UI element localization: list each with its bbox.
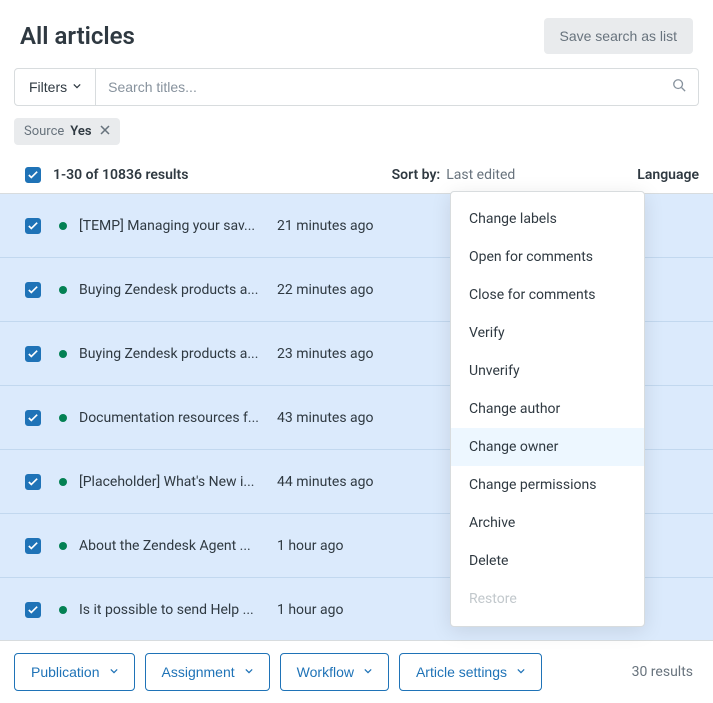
sort-control[interactable]: Sort by: Last edited [392,167,516,183]
last-edited-time: 21 minutes ago [277,218,374,234]
status-dot-icon [59,606,67,614]
status-dot-icon [59,542,67,550]
row-checkbox[interactable] [25,538,41,554]
menu-item-change-owner[interactable]: Change owner [451,428,644,466]
menu-item-delete[interactable]: Delete [451,542,644,580]
save-search-button[interactable]: Save search as list [544,18,694,54]
filters-label: Filters [29,79,67,95]
publication-button[interactable]: Publication [14,653,135,691]
bulk-action-bar: Publication Assignment Workflow Article … [0,640,713,703]
chevron-down-icon [364,667,372,678]
article-title[interactable]: Buying Zendesk products a... [79,346,265,362]
row-checkbox[interactable] [25,410,41,426]
article-title[interactable]: [Placeholder] What's New i... [79,474,265,490]
menu-item-restore: Restore [451,580,644,618]
menu-item-unverify[interactable]: Unverify [451,352,644,390]
menu-item-change-author[interactable]: Change author [451,390,644,428]
article-title[interactable]: [TEMP] Managing your sav... [79,218,265,234]
workflow-button[interactable]: Workflow [280,653,389,691]
chevron-down-icon [245,667,253,678]
filters-button[interactable]: Filters [14,68,96,106]
page-title: All articles [20,22,135,50]
publication-label: Publication [31,664,100,680]
search-input[interactable] [108,69,672,105]
article-settings-menu: Change labelsOpen for commentsClose for … [450,191,645,627]
last-edited-time: 44 minutes ago [277,474,374,490]
menu-item-open-for-comments[interactable]: Open for comments [451,238,644,276]
menu-item-verify[interactable]: Verify [451,314,644,352]
status-dot-icon [59,286,67,294]
status-dot-icon [59,350,67,358]
close-icon[interactable] [98,124,110,139]
menu-item-archive[interactable]: Archive [451,504,644,542]
article-title[interactable]: About the Zendesk Agent ... [79,538,265,554]
workflow-label: Workflow [297,664,354,680]
chevron-down-icon [110,667,118,678]
row-checkbox[interactable] [25,346,41,362]
row-checkbox[interactable] [25,602,41,618]
row-checkbox[interactable] [25,474,41,490]
chip-value: Yes [70,124,91,139]
row-checkbox[interactable] [25,282,41,298]
select-all-checkbox[interactable] [25,167,41,183]
article-settings-label: Article settings [416,664,507,680]
status-dot-icon [59,478,67,486]
menu-item-change-labels[interactable]: Change labels [451,200,644,238]
selection-count: 30 results [632,664,699,680]
sort-label: Sort by: [392,167,441,183]
status-dot-icon [59,222,67,230]
article-title[interactable]: Buying Zendesk products a... [79,282,265,298]
sort-value: Last edited [446,167,515,183]
article-title[interactable]: Documentation resources f... [79,410,265,426]
status-dot-icon [59,414,67,422]
assignment-button[interactable]: Assignment [145,653,270,691]
article-title[interactable]: Is it possible to send Help ... [79,602,265,618]
last-edited-time: 1 hour ago [277,602,343,618]
last-edited-time: 43 minutes ago [277,410,374,426]
results-count: 1-30 of 10836 results [53,167,188,183]
search-icon[interactable] [672,78,686,96]
last-edited-time: 1 hour ago [277,538,343,554]
chevron-down-icon [73,82,81,93]
article-settings-button[interactable]: Article settings [399,653,542,691]
filter-chip-source[interactable]: Source Yes [14,118,120,145]
last-edited-time: 22 minutes ago [277,282,374,298]
menu-item-change-permissions[interactable]: Change permissions [451,466,644,504]
search-wrap [96,68,699,106]
assignment-label: Assignment [162,664,235,680]
chevron-down-icon [517,667,525,678]
row-checkbox[interactable] [25,218,41,234]
menu-item-close-for-comments[interactable]: Close for comments [451,276,644,314]
chip-label: Source [24,124,64,139]
language-column: Language [637,167,699,183]
last-edited-time: 23 minutes ago [277,346,374,362]
